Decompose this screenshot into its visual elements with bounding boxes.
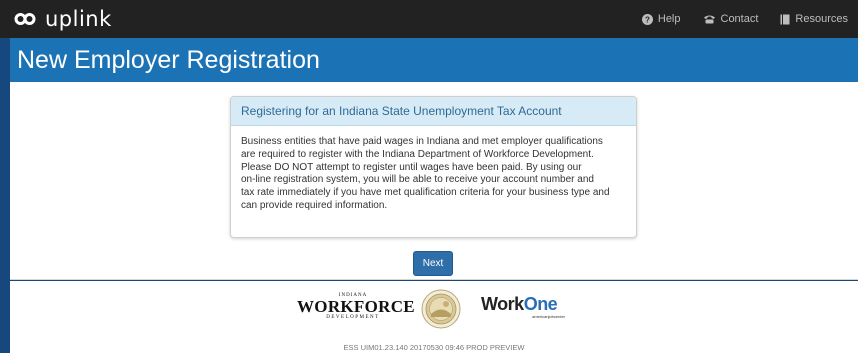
infinity-logo-icon (14, 13, 36, 25)
logo-wordmark: uplink (45, 7, 112, 31)
indiana-state-seal-icon (421, 289, 461, 329)
panel-text-line: Business entities that have paid wages i… (241, 136, 603, 147)
workone-wordmark: WorkOne (481, 294, 558, 314)
nav-contact-link[interactable]: Contact (703, 13, 759, 25)
panel-text-line: Please DO NOT attempt to register until … (241, 161, 582, 173)
panel-heading: Registering for an Indiana State Unemplo… (231, 97, 636, 126)
panel-body: Business entities that have paid wages i… (231, 126, 636, 213)
workone-logo: WorkOne americanjobcenter (481, 295, 565, 325)
top-navbar: uplink ? Help Contact Resources (0, 0, 858, 38)
phone-icon (703, 15, 715, 24)
nav-help-label: Help (657, 13, 681, 25)
nav-resources-label: Resources (795, 13, 848, 25)
book-icon (780, 14, 790, 24)
nav-contact-label: Contact (720, 13, 759, 25)
nav-resources-link[interactable]: Resources (780, 13, 848, 25)
workone-tagline: americanjobcenter (532, 314, 565, 319)
panel-text-line: tax rate immediately if you have met qua… (241, 187, 610, 199)
next-button[interactable]: Next (413, 251, 453, 276)
panel-text-line: can provide required information. (241, 199, 388, 211)
footer: INDIANA WORKFORCE DEVELOPMENT WorkOne am… (10, 281, 858, 353)
panel-text-line: on-line registration system, you will be… (241, 174, 594, 186)
uplink-logo[interactable]: uplink (14, 7, 112, 31)
title-band: New Employer Registration (10, 38, 858, 82)
main-content: Registering for an Indiana State Unemplo… (10, 82, 858, 280)
header-nav: ? Help Contact Resources (641, 0, 848, 38)
panel-text-line: are required to register with the Indian… (241, 148, 594, 160)
info-panel: Registering for an Indiana State Unemplo… (230, 96, 637, 238)
workforce-development-logo: INDIANA WORKFORCE DEVELOPMENT (297, 293, 415, 329)
version-string: ESS UIM01.23.140 20170530 09:46 PROD PRE… (343, 343, 525, 352)
nav-help-link[interactable]: ? Help (641, 13, 681, 25)
partner-logos: INDIANA WORKFORCE DEVELOPMENT WorkOne am… (10, 289, 858, 331)
workforce-logo-main: WORKFORCE (297, 297, 415, 316)
svg-text:?: ? (645, 15, 650, 24)
page-title: New Employer Registration (17, 46, 320, 74)
help-icon: ? (641, 13, 653, 25)
